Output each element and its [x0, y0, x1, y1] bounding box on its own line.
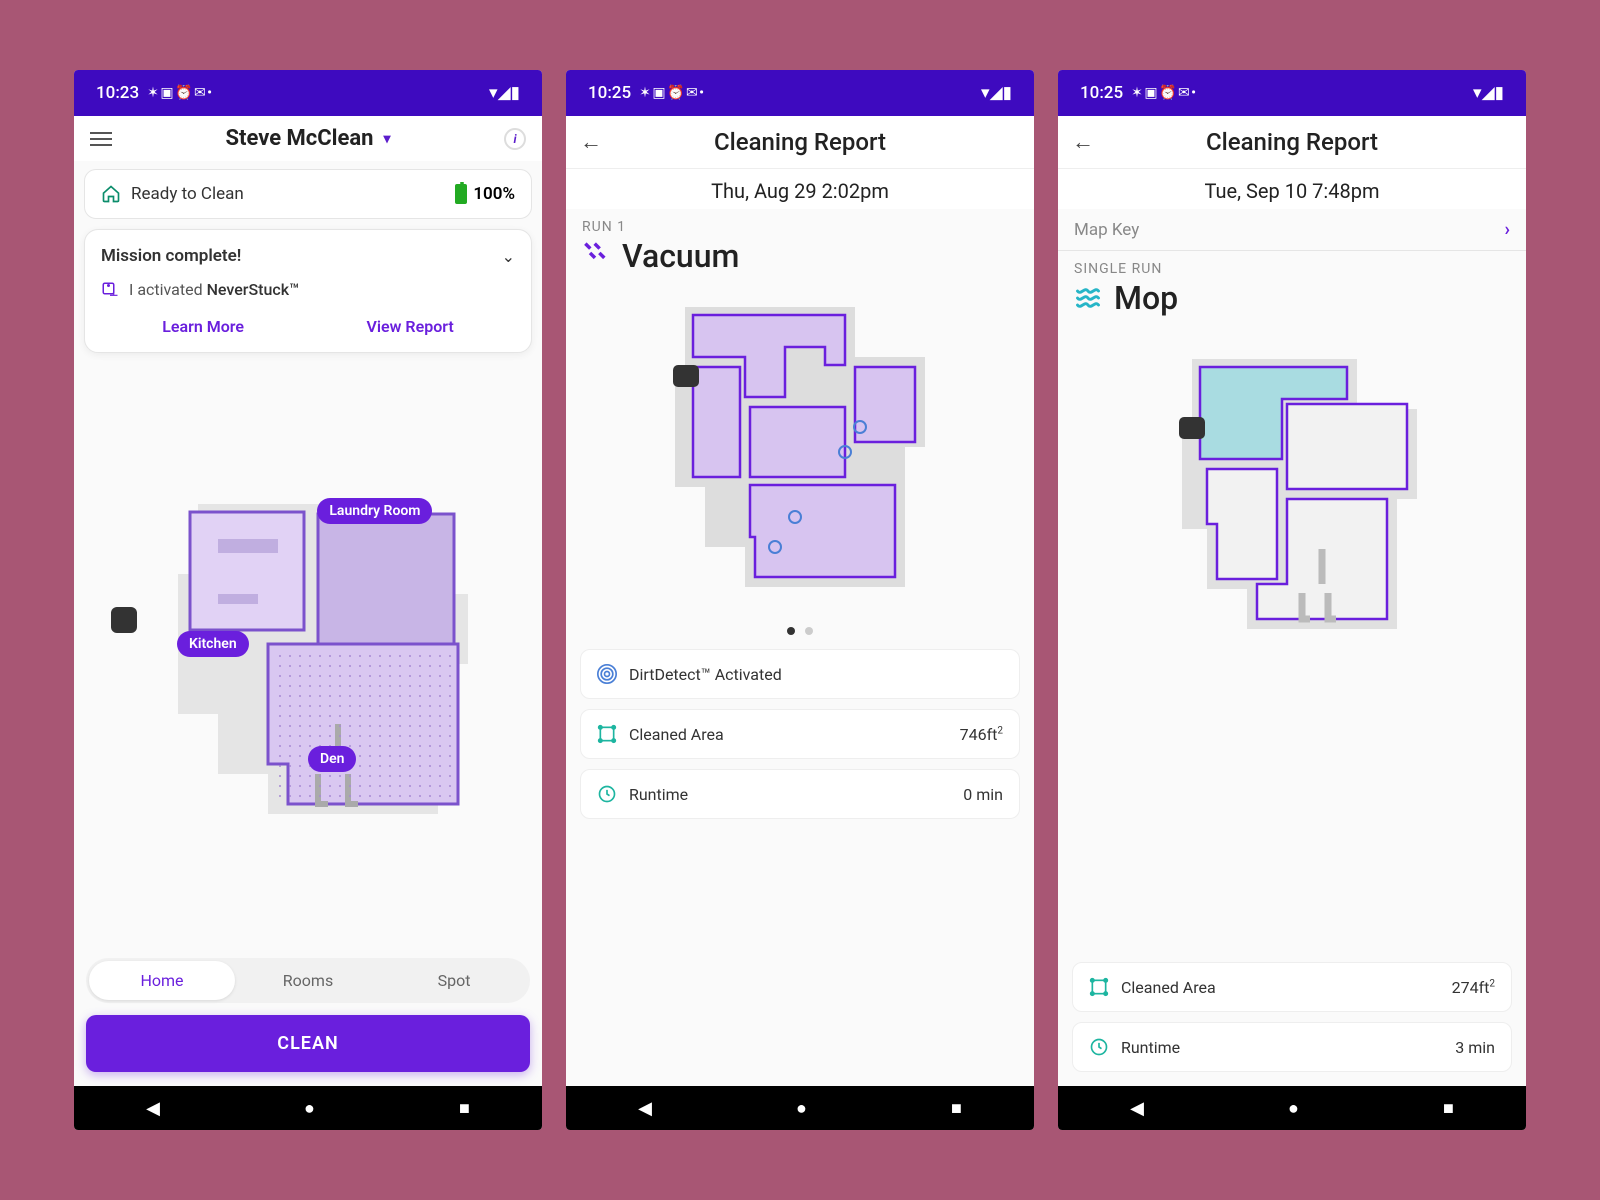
cleaned-area-value: 746ft2 — [960, 725, 1003, 744]
page-dot — [805, 627, 813, 635]
status-notif-icons: ✶ ▣ ⏰ ✉ • — [147, 85, 211, 101]
tab-rooms[interactable]: Rooms — [235, 961, 381, 1000]
status-time: 10:23 — [96, 83, 139, 103]
report-header: ← Cleaning Report — [566, 116, 1034, 169]
runtime-label: Runtime — [629, 785, 951, 804]
android-nav-bar: ◀ ● ■ — [566, 1086, 1034, 1130]
area-icon — [597, 724, 617, 744]
run-type: Mop — [1114, 279, 1178, 317]
cleaned-area-label: Cleaned Area — [1121, 978, 1440, 997]
report-header: ← Cleaning Report — [1058, 116, 1526, 169]
status-card: Ready to Clean 100% — [84, 169, 532, 219]
battery-pct: 100% — [473, 184, 515, 204]
mop-map[interactable] — [1058, 323, 1526, 657]
tab-spot[interactable]: Spot — [381, 961, 527, 1000]
robot-name-dropdown[interactable]: Steve McClean ▾ — [225, 126, 390, 151]
run-number-label: RUN 1 — [566, 209, 1034, 237]
battery-status: 100% — [455, 184, 515, 204]
vacuum-icon — [582, 242, 610, 270]
area-icon — [1089, 977, 1109, 997]
nav-home-icon[interactable]: ● — [1288, 1098, 1299, 1119]
view-report-link[interactable]: View Report — [366, 317, 453, 336]
status-text: Ready to Clean — [131, 184, 445, 204]
menu-icon[interactable] — [90, 132, 112, 146]
clock-icon — [1089, 1037, 1109, 1057]
home-icon — [101, 184, 121, 204]
chevron-down-icon: ▾ — [383, 131, 390, 147]
android-status-bar: 10:25 ✶ ▣ ⏰ ✉ • ▾◢▮ — [1058, 70, 1526, 116]
android-nav-bar: ◀ ● ■ — [74, 1086, 542, 1130]
clean-button[interactable]: CLEAN — [86, 1015, 530, 1072]
report-date: Tue, Sep 10 7:48pm — [1058, 169, 1526, 209]
nav-recents-icon[interactable]: ■ — [459, 1098, 470, 1119]
battery-icon — [455, 184, 467, 204]
nav-back-icon[interactable]: ◀ — [146, 1098, 160, 1119]
runtime-value: 3 min — [1455, 1038, 1495, 1057]
runtime-value: 0 min — [963, 785, 1003, 804]
robot-location-icon — [111, 607, 137, 633]
runtime-label: Runtime — [1121, 1038, 1443, 1057]
status-notif-icons: ✶ ▣ ⏰ ✉ • — [1131, 85, 1195, 101]
room-tag-den[interactable]: Den — [308, 746, 356, 772]
page-indicator — [566, 615, 1034, 639]
status-net-batt: ▾◢▮ — [981, 83, 1012, 103]
info-button[interactable]: i — [504, 128, 526, 150]
page-dot — [787, 627, 795, 635]
phone-mop-report: 10:25 ✶ ▣ ⏰ ✉ • ▾◢▮ ← Cleaning Report Tu… — [1058, 70, 1526, 1130]
status-time: 10:25 — [1080, 83, 1123, 103]
mode-tabs: Home Rooms Spot — [86, 958, 530, 1003]
mop-map-svg — [1137, 329, 1447, 649]
dirtdetect-label: DirtDetect™ Activated — [629, 665, 1003, 684]
dirtdetect-card: DirtDetect™ Activated — [580, 649, 1020, 699]
runtime-card: Runtime 0 min — [580, 769, 1020, 819]
cleaned-area-card: Cleaned Area 274ft2 — [1072, 962, 1512, 1012]
neverstuck-icon — [101, 281, 119, 299]
nav-back-icon[interactable]: ◀ — [638, 1098, 652, 1119]
cleaned-area-label: Cleaned Area — [629, 725, 948, 744]
page-title: Cleaning Report — [580, 128, 1020, 156]
android-status-bar: 10:25 ✶ ▣ ⏰ ✉ • ▾◢▮ — [566, 70, 1034, 116]
chevron-down-icon[interactable]: ⌄ — [502, 247, 515, 266]
app-header: Steve McClean ▾ i — [74, 116, 542, 161]
tab-home[interactable]: Home — [89, 961, 235, 1000]
runtime-card: Runtime 3 min — [1072, 1022, 1512, 1072]
android-status-bar: 10:23 ✶ ▣ ⏰ ✉ • ▾◢▮ — [74, 70, 542, 116]
cleaned-area-value: 274ft2 — [1452, 978, 1495, 997]
dirtdetect-icon — [597, 664, 617, 684]
room-tag-kitchen[interactable]: Kitchen — [177, 631, 249, 657]
map-key-row[interactable]: Map Key › — [1058, 209, 1526, 251]
nav-home-icon[interactable]: ● — [304, 1098, 315, 1119]
status-notif-icons: ✶ ▣ ⏰ ✉ • — [639, 85, 703, 101]
run-number-label: SINGLE RUN — [1058, 251, 1526, 279]
status-net-batt: ▾◢▮ — [1473, 83, 1504, 103]
mission-complete-card[interactable]: Mission complete! ⌄ I activated NeverStu… — [84, 229, 532, 353]
learn-more-link[interactable]: Learn More — [162, 317, 244, 336]
cleaned-area-card: Cleaned Area 746ft2 — [580, 709, 1020, 759]
clock-icon — [597, 784, 617, 804]
nav-back-icon[interactable]: ◀ — [1130, 1098, 1144, 1119]
report-date: Thu, Aug 29 2:02pm — [566, 169, 1034, 209]
chevron-right-icon: › — [1505, 219, 1510, 240]
floor-map[interactable]: Kitchen Laundry Room Den — [74, 353, 542, 958]
android-nav-bar: ◀ ● ■ — [1058, 1086, 1526, 1130]
nav-recents-icon[interactable]: ■ — [951, 1098, 962, 1119]
mop-icon — [1074, 284, 1102, 312]
mission-title: Mission complete! — [101, 246, 241, 266]
phone-vacuum-report: 10:25 ✶ ▣ ⏰ ✉ • ▾◢▮ ← Cleaning Report Th… — [566, 70, 1034, 1130]
status-net-batt: ▾◢▮ — [489, 83, 520, 103]
map-key-label: Map Key — [1074, 220, 1139, 240]
vacuum-map[interactable] — [566, 281, 1034, 615]
vacuum-map-svg — [645, 287, 955, 607]
phone-home-screen: 10:23 ✶ ▣ ⏰ ✉ • ▾◢▮ Steve McClean ▾ i Re… — [74, 70, 542, 1130]
nav-home-icon[interactable]: ● — [796, 1098, 807, 1119]
page-title: Cleaning Report — [1072, 128, 1512, 156]
robot-name: Steve McClean — [225, 126, 373, 151]
room-tag-laundry[interactable]: Laundry Room — [317, 498, 432, 524]
mission-message: I activated NeverStuck™ — [129, 280, 299, 299]
status-time: 10:25 — [588, 83, 631, 103]
nav-recents-icon[interactable]: ■ — [1443, 1098, 1454, 1119]
run-type: Vacuum — [622, 237, 739, 275]
